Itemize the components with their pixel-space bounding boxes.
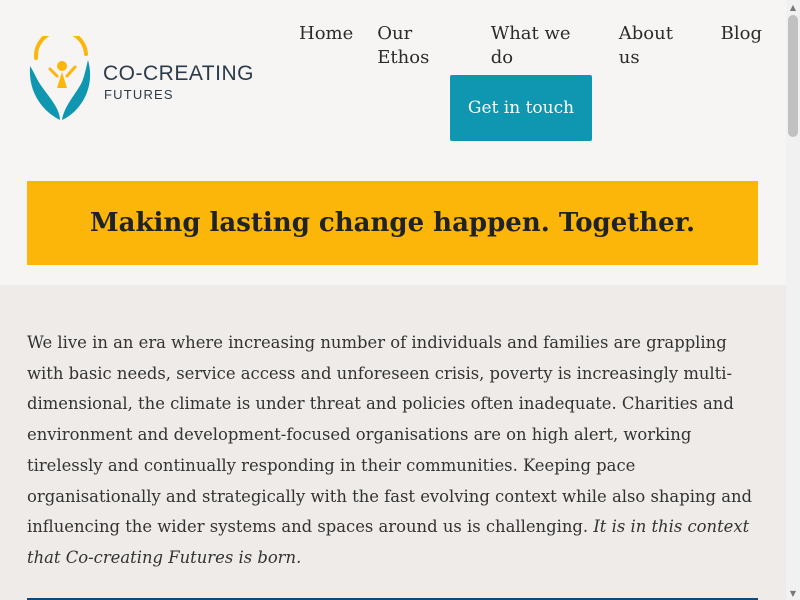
nav-blog[interactable]: Blog — [721, 22, 762, 70]
site-header: CO-CREATING FUTURES Home Our Ethos What … — [0, 0, 786, 160]
hands-person-sun-logo-icon — [29, 36, 91, 120]
site-logo[interactable]: CO-CREATING FUTURES — [26, 36, 266, 126]
chevron-down-icon[interactable]: ▼ — [786, 586, 800, 600]
nav-home[interactable]: Home — [299, 22, 353, 70]
intro-paragraph: We live in an era where increasing numbe… — [27, 328, 759, 574]
tagline-banner: Making lasting change happen. Together. — [27, 181, 758, 265]
nav-our-ethos[interactable]: Our Ethos — [377, 22, 466, 70]
nav-what-we-do[interactable]: What we do — [491, 22, 595, 70]
intro-section: We live in an era where increasing numbe… — [0, 285, 786, 600]
main-nav: Home Our Ethos What we do About us Blog — [299, 22, 786, 70]
chevron-up-icon[interactable]: ▲ — [786, 0, 800, 14]
brand-subtitle: FUTURES — [104, 87, 174, 102]
scroll-thumb[interactable] — [788, 15, 798, 137]
vertical-scrollbar[interactable]: ▲ ▼ — [786, 0, 800, 600]
nav-about-us[interactable]: About us — [619, 22, 697, 70]
intro-text: We live in an era where increasing numbe… — [27, 333, 753, 537]
get-in-touch-button[interactable]: Get in touch — [450, 75, 592, 141]
page: CO-CREATING FUTURES Home Our Ethos What … — [0, 0, 786, 600]
tagline-heading: Making lasting change happen. Together. — [89, 208, 696, 238]
brand-name: CO-CREATING — [103, 62, 254, 85]
